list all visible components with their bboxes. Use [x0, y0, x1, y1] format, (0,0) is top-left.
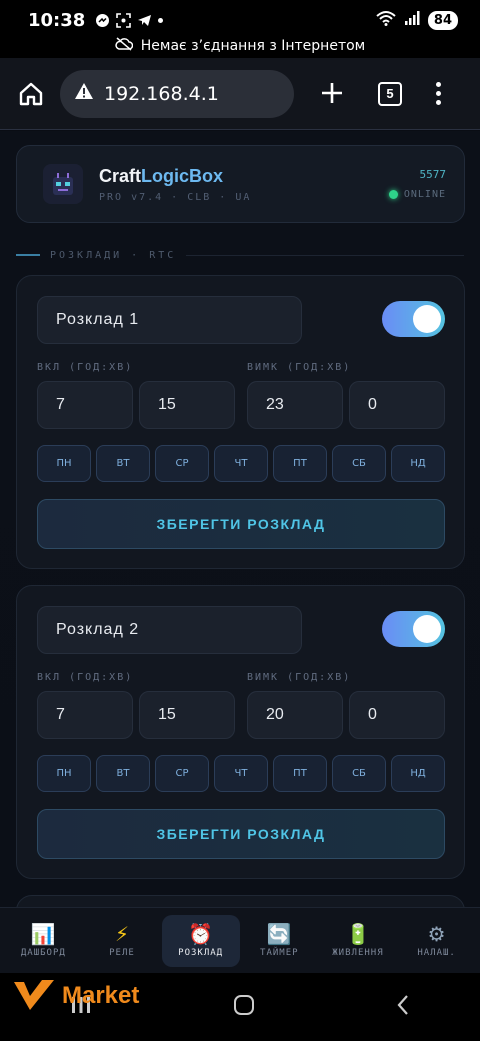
on-hour-input[interactable]: 7 [37, 691, 133, 739]
day-button-fri[interactable]: ПТ [273, 755, 327, 792]
notification-dot-icon [158, 17, 164, 23]
wifi-icon [376, 10, 396, 31]
on-minute-input[interactable]: 15 [139, 691, 235, 739]
nav-timer[interactable]: 🔄 ТАЙМЕР [240, 915, 318, 967]
home-icon [19, 82, 43, 105]
day-button-thu[interactable]: ЧТ [214, 445, 268, 482]
screenshot-icon [116, 12, 132, 28]
schedule-card-1: Розклад 1 ВКЛ (ГОД:ХВ) ВИМК (ГОД:ХВ) 7 1… [16, 275, 465, 569]
chart-icon: 📊 [30, 921, 56, 946]
robot-logo-icon [43, 164, 83, 204]
plus-icon [322, 82, 342, 103]
offline-banner: Немає з’єднання з Інтернетом [0, 34, 480, 58]
clock: 10:38 [28, 9, 86, 31]
watermark-text: Market [62, 982, 140, 1009]
home-circle-icon [233, 994, 254, 1015]
day-button-wed[interactable]: СР [155, 445, 209, 482]
brand-name: CraftLogicBox [99, 165, 224, 186]
page-content: CraftLogicBox PRO v7.4 · CLB · UA 5577 O… [0, 131, 480, 907]
off-minute-input[interactable]: 0 [349, 381, 445, 429]
brand-subtitle: PRO v7.4 · CLB · UA [99, 191, 252, 203]
on-minute-input[interactable]: 15 [139, 381, 235, 429]
more-menu-button[interactable] [436, 82, 441, 105]
day-button-tue[interactable]: ВТ [96, 445, 150, 482]
bottom-nav: 📊 ДАШБОРД ⚡ РЕЛЕ ⏰ РОЗКЛАД 🔄 ТАЙМЕР 🔋 ЖИ… [0, 907, 480, 973]
brand-header: CraftLogicBox PRO v7.4 · CLB · UA 5577 O… [16, 145, 465, 223]
schedule-card-2: Розклад 2 ВКЛ (ГОД:ХВ) ВИМК (ГОД:ХВ) 7 1… [16, 585, 465, 879]
browser-toolbar: 192.168.4.1 5 [0, 58, 480, 130]
battery-icon: 🔋 [345, 921, 371, 946]
off-hour-input[interactable]: 20 [247, 691, 343, 739]
status-dot-icon [388, 190, 398, 199]
messenger-icon [95, 13, 110, 28]
day-button-sun[interactable]: НД [391, 755, 445, 792]
day-button-wed[interactable]: СР [155, 755, 209, 792]
repeat-icon: 🔄 [266, 921, 292, 946]
nav-settings[interactable]: ⚙ НАЛАШ. [398, 915, 476, 967]
url-field[interactable]: 192.168.4.1 [60, 69, 294, 118]
new-tab-button[interactable] [316, 78, 348, 110]
off-time-label: ВИМК (ГОД:ХВ) [247, 362, 352, 373]
back-icon [397, 994, 408, 1015]
nav-power[interactable]: 🔋 ЖИВЛЕННЯ [319, 915, 397, 967]
tab-switcher-button[interactable]: 5 [378, 81, 402, 106]
schedule-name-input[interactable]: Розклад 2 [37, 606, 302, 654]
nav-dashboard[interactable]: 📊 ДАШБОРД [4, 915, 82, 967]
on-hour-input[interactable]: 7 [37, 381, 133, 429]
alarm-clock-icon: ⏰ [188, 921, 214, 946]
day-button-mon[interactable]: ПН [37, 445, 91, 482]
telegram-icon [137, 13, 152, 28]
online-status: ONLINE [388, 189, 446, 200]
offline-text: Немає з’єднання з Інтернетом [140, 38, 366, 54]
watermark-logo-icon [14, 980, 54, 1010]
day-button-fri[interactable]: ПТ [273, 445, 327, 482]
schedule-enable-toggle[interactable] [382, 611, 445, 647]
day-button-sun[interactable]: НД [391, 445, 445, 482]
cloud-off-icon [115, 37, 134, 55]
day-button-sat[interactable]: СБ [332, 445, 386, 482]
schedule-enable-toggle[interactable] [382, 301, 445, 337]
watermark: Market [12, 978, 139, 1014]
off-hour-input[interactable]: 23 [247, 381, 343, 429]
on-time-label: ВКЛ (ГОД:ХВ) [37, 362, 134, 373]
nav-relay[interactable]: ⚡ РЕЛЕ [83, 915, 161, 967]
section-heading: РОЗКЛАДИ · RTC [16, 248, 464, 262]
port-number: 5577 [419, 168, 447, 181]
day-button-thu[interactable]: ЧТ [214, 755, 268, 792]
day-button-sat[interactable]: СБ [332, 755, 386, 792]
home-button[interactable] [16, 79, 46, 109]
signal-icon [404, 10, 420, 31]
lightning-icon: ⚡ [114, 921, 129, 946]
day-button-tue[interactable]: ВТ [96, 755, 150, 792]
nav-schedule[interactable]: ⏰ РОЗКЛАД [161, 914, 240, 967]
on-time-label: ВКЛ (ГОД:ХВ) [37, 672, 134, 683]
warning-icon[interactable] [74, 82, 94, 105]
save-schedule-button[interactable]: ЗБЕРЕГТИ РОЗКЛАД [37, 809, 445, 859]
off-time-label: ВИМК (ГОД:ХВ) [247, 672, 352, 683]
url-text[interactable]: 192.168.4.1 [104, 83, 219, 105]
schedule-card-3 [16, 895, 465, 907]
day-button-mon[interactable]: ПН [37, 755, 91, 792]
schedule-name-input[interactable]: Розклад 1 [37, 296, 302, 344]
back-button[interactable] [396, 994, 410, 1021]
home-system-button[interactable] [233, 994, 255, 1021]
gear-icon: ⚙ [427, 921, 446, 946]
save-schedule-button[interactable]: ЗБЕРЕГТИ РОЗКЛАД [37, 499, 445, 549]
battery-level: 84 [427, 10, 458, 30]
off-minute-input[interactable]: 0 [349, 691, 445, 739]
